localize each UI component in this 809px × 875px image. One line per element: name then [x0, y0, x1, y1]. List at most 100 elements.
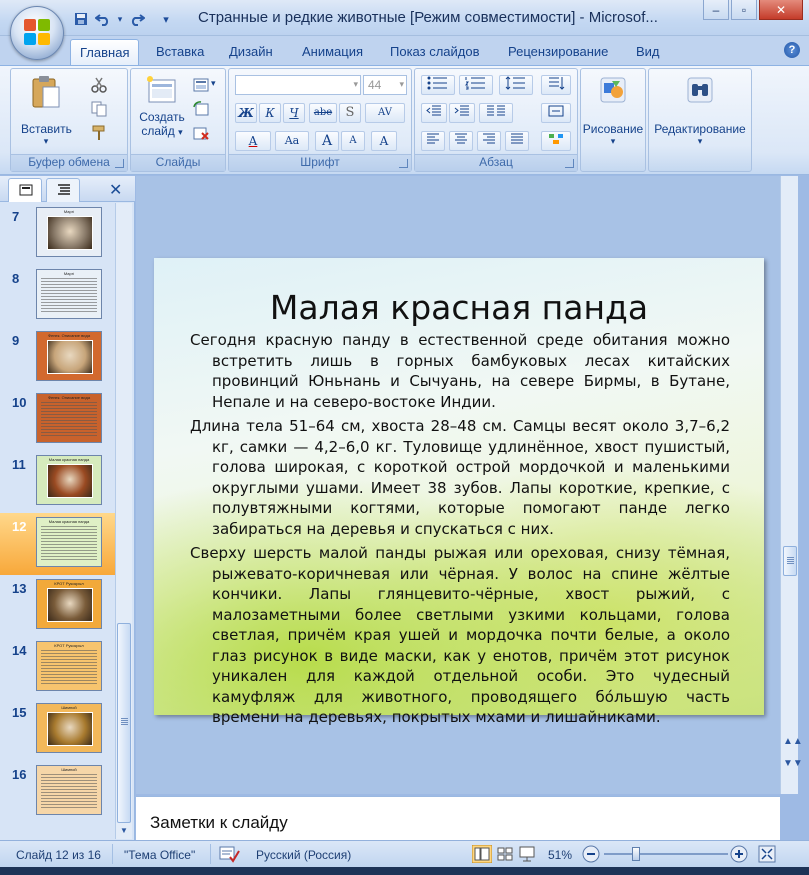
- slide-thumbnail[interactable]: КРОТ Рукокрыл: [36, 579, 102, 629]
- underline-button[interactable]: Ч: [283, 103, 305, 123]
- increase-indent-button[interactable]: [449, 103, 475, 123]
- slide-thumbnail-row[interactable]: 16 Шимпой: [0, 761, 115, 823]
- notes-pane[interactable]: Заметки к слайду: [136, 796, 780, 840]
- cut-icon[interactable]: [91, 77, 107, 93]
- close-pane-icon[interactable]: ✕: [109, 180, 122, 200]
- paragraph-launcher-icon[interactable]: [565, 159, 574, 168]
- align-text-button[interactable]: [541, 103, 571, 123]
- italic-button[interactable]: К: [259, 103, 281, 123]
- clipboard-launcher-icon[interactable]: [115, 159, 124, 168]
- slide-thumbnail-row[interactable]: 9 Фенек. Описание вида: [0, 327, 115, 389]
- bullets-button[interactable]: [421, 75, 455, 95]
- numbering-button[interactable]: [459, 75, 493, 95]
- slide-thumbnail-row[interactable]: 15 Шимпой: [0, 699, 115, 761]
- office-button[interactable]: [10, 6, 64, 60]
- slide-thumbnail[interactable]: Шимпой: [36, 703, 102, 753]
- bold-button[interactable]: Ж: [235, 103, 257, 123]
- language-indicator[interactable]: Русский (Россия): [256, 848, 351, 862]
- tab-review[interactable]: Рецензирование: [508, 44, 608, 59]
- zoom-out-icon[interactable]: [582, 845, 600, 863]
- font-size-field[interactable]: 44 ▾: [363, 75, 407, 95]
- line-spacing-button[interactable]: [499, 75, 533, 95]
- redo-icon[interactable]: [128, 10, 146, 28]
- zoom-in-icon[interactable]: [730, 845, 748, 863]
- change-case-button[interactable]: Aa: [275, 131, 309, 151]
- columns-button[interactable]: [479, 103, 513, 123]
- zoom-slider-track[interactable]: [604, 853, 728, 855]
- layout-icon[interactable]: [193, 77, 209, 93]
- shadow-button[interactable]: S: [339, 103, 361, 123]
- format-painter-icon[interactable]: [91, 125, 107, 141]
- slide-thumbnail[interactable]: Маргі: [36, 269, 102, 319]
- slide-thumbnail-row[interactable]: 11 Малая красная панда: [0, 451, 115, 513]
- justify-button[interactable]: [505, 131, 529, 151]
- smartart-button[interactable]: [541, 131, 571, 151]
- slide-sorter-icon[interactable]: [496, 845, 514, 863]
- slide-thumbnail-row[interactable]: 13 КРОТ Рукокрыл: [0, 575, 115, 637]
- tab-outline[interactable]: [46, 178, 80, 202]
- minimize-button[interactable]: –: [703, 0, 729, 20]
- grow-font-button[interactable]: A: [315, 131, 339, 151]
- slide-thumbnail-row[interactable]: 14 КРОТ Рукокрыл: [0, 637, 115, 699]
- editing-button[interactable]: Редактирование ▾: [649, 75, 751, 147]
- slide-thumbnail-row[interactable]: 7 Маргі: [0, 203, 115, 265]
- customize-qat-icon[interactable]: ▾: [160, 10, 172, 28]
- decrease-indent-button[interactable]: [421, 103, 447, 123]
- align-center-button[interactable]: [449, 131, 473, 151]
- reset-slide-icon[interactable]: [193, 101, 209, 117]
- drawing-button[interactable]: Рисование ▾: [581, 75, 645, 147]
- theme-name[interactable]: "Тема Office": [124, 848, 195, 862]
- align-left-button[interactable]: [421, 131, 445, 151]
- zoom-level[interactable]: 51%: [548, 848, 572, 862]
- slides-pane-scroll-down-icon[interactable]: ▼: [117, 823, 131, 839]
- text-direction-button[interactable]: [541, 75, 571, 95]
- tab-animation[interactable]: Анимация: [302, 44, 363, 59]
- slide-body[interactable]: Сегодня красную панду в естественной сре…: [190, 330, 730, 732]
- slide-thumbnail[interactable]: Фенек. Описание вида: [36, 331, 102, 381]
- zoom-slider-thumb[interactable]: [631, 847, 640, 861]
- paste-button[interactable]: Вставить ▾: [21, 75, 72, 146]
- undo-dropdown-icon[interactable]: ▾: [116, 10, 124, 28]
- slide-thumbnail[interactable]: КРОТ Рукокрыл: [36, 641, 102, 691]
- slide-thumbnail[interactable]: Шимпой: [36, 765, 102, 815]
- slide-thumbnail-row[interactable]: 10 Фенек. Описание вида: [0, 389, 115, 451]
- tab-slides[interactable]: [8, 178, 42, 202]
- font-launcher-icon[interactable]: [399, 159, 408, 168]
- tab-insert[interactable]: Вставка: [156, 44, 204, 59]
- delete-slide-icon[interactable]: [193, 125, 209, 141]
- character-spacing-button[interactable]: AV: [365, 103, 405, 123]
- slides-pane-scroll-thumb[interactable]: [117, 623, 131, 823]
- help-icon[interactable]: ?: [784, 42, 800, 58]
- normal-view-icon[interactable]: [472, 845, 492, 863]
- slide-thumbnail[interactable]: Фенек. Описание вида: [36, 393, 102, 443]
- slide-thumbnail[interactable]: Малая красная панда: [36, 517, 102, 567]
- slide-scrollbar[interactable]: ▲▲ ▼▼: [780, 176, 803, 794]
- undo-icon[interactable]: [94, 10, 112, 28]
- slide-thumbnail-row[interactable]: 12 Малая красная панда: [0, 513, 115, 575]
- new-slide-button[interactable]: Создать слайд ▾: [135, 75, 189, 139]
- save-icon[interactable]: [72, 10, 90, 28]
- tab-slideshow[interactable]: Показ слайдов: [390, 44, 480, 59]
- slide-scroll-thumb[interactable]: [783, 546, 797, 576]
- font-color-button[interactable]: A: [235, 131, 271, 151]
- slide-title[interactable]: Малая красная панда: [154, 288, 764, 327]
- fit-to-window-icon[interactable]: [758, 845, 776, 863]
- clear-formatting-button[interactable]: A: [371, 131, 397, 151]
- current-slide[interactable]: Малая красная панда Сегодня красную панд…: [154, 258, 764, 726]
- slideshow-icon[interactable]: [518, 845, 536, 863]
- spelling-check-icon[interactable]: [218, 845, 240, 863]
- font-name-field[interactable]: ▾: [235, 75, 361, 95]
- tab-home[interactable]: Главная: [70, 39, 140, 67]
- previous-slide-icon[interactable]: ▲▲: [783, 734, 803, 750]
- strikethrough-button[interactable]: abe: [309, 103, 337, 123]
- next-slide-icon[interactable]: ▼▼: [783, 756, 803, 772]
- slide-thumbnail[interactable]: Малая красная панда: [36, 455, 102, 505]
- tab-view[interactable]: Вид: [636, 44, 660, 59]
- tab-design[interactable]: Дизайн: [229, 44, 273, 59]
- slide-thumbnail[interactable]: Маргі: [36, 207, 102, 257]
- slide-thumbnail-row[interactable]: 8 Маргі: [0, 265, 115, 327]
- layout-dropdown-icon[interactable]: ▾: [211, 78, 216, 89]
- copy-icon[interactable]: [91, 101, 107, 117]
- close-button[interactable]: ✕: [759, 0, 803, 20]
- restore-button[interactable]: ▫: [731, 0, 757, 20]
